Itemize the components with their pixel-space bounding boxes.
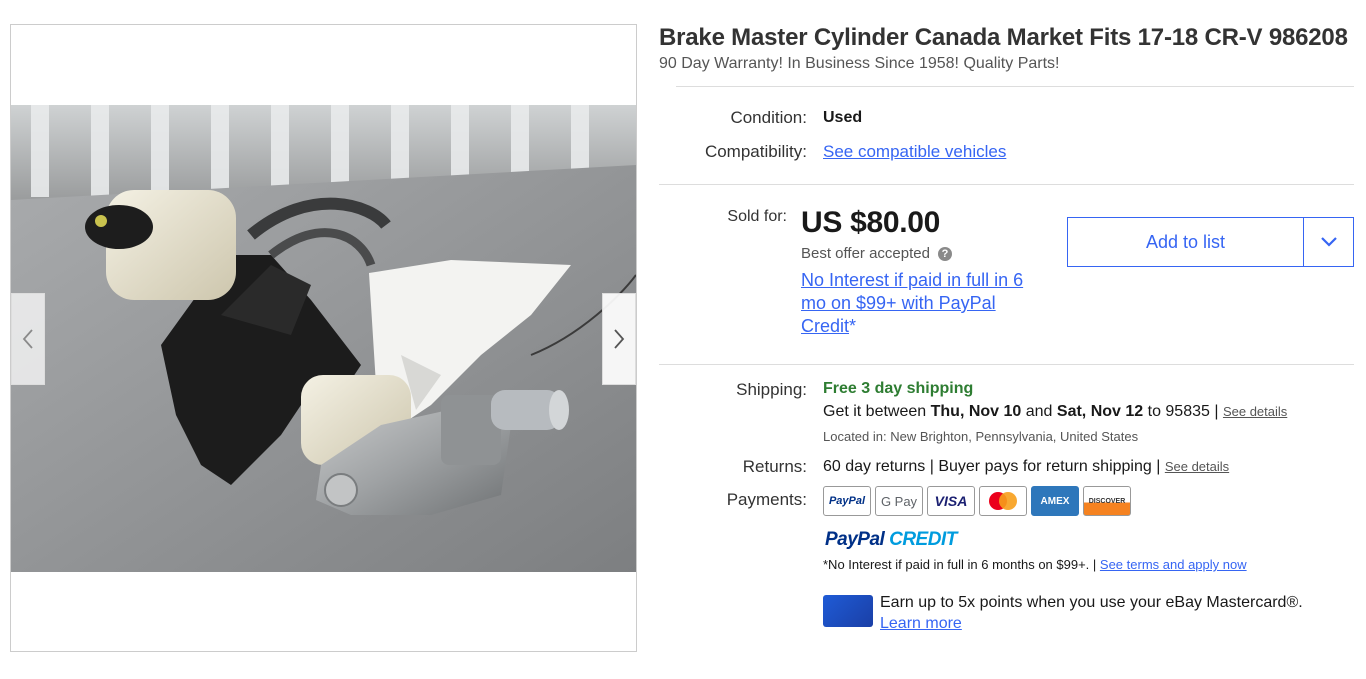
delivery-estimate: Get it between Thu, Nov 10 and Sat, Nov … [823,403,1287,421]
next-image-button[interactable] [602,293,636,385]
divider [676,86,1354,87]
brake-master-cylinder-image [11,105,636,572]
delivery-zip: to 95835 | [1143,403,1223,420]
divider [659,364,1354,365]
item-details: Brake Master Cylinder Canada Market Fits… [659,24,1354,74]
add-to-list-button[interactable]: Add to list [1068,218,1303,266]
mastercard-promo-text: Earn up to 5x points when you use your e… [880,594,1303,611]
returns-label: Returns: [742,457,807,476]
add-to-list-dropdown-button[interactable] [1303,218,1353,266]
returns-see-details-link[interactable]: See details [1165,459,1229,474]
learn-more-link[interactable]: Learn more [880,613,1303,634]
help-icon[interactable]: ? [937,246,952,261]
divider [659,184,1354,185]
visa-logo-icon: VISA [927,486,975,516]
compatibility-label: Compatibility: [704,142,807,161]
paypal-credit-logo: PayPal CREDIT [825,529,957,551]
credit-terms: *No Interest if paid in full in 6 months… [823,557,1247,572]
image-gallery [10,24,637,652]
item-title: Brake Master Cylinder Canada Market Fits… [659,24,1348,51]
delivery-and: and [1021,403,1057,420]
chevron-left-icon [22,329,33,349]
discover-text: DISCOVER [1088,497,1126,505]
returns-text: 60 day returns | Buyer pays for return s… [823,458,1165,475]
add-to-list-control: Add to list [1067,217,1354,267]
shipping-see-details-link[interactable]: See details [1223,404,1287,419]
google-pay-logo-icon: G Pay [875,486,923,516]
best-offer-status: Best offer accepted ? [801,245,952,262]
visa-text: VISA [934,493,968,509]
delivery-date-end: Sat, Nov 12 [1056,403,1144,420]
payments-label: Payments: [726,490,807,509]
see-terms-link[interactable]: See terms and apply now [1100,557,1247,572]
ebay-mastercard-card-icon [823,595,873,627]
returns-policy: 60 day returns | Buyer pays for return s… [823,458,1229,476]
best-offer-text: Best offer accepted [801,245,930,262]
item-subtitle: 90 Day Warranty! In Business Since 1958!… [659,55,1060,72]
credit-word: CREDIT [889,529,957,550]
paypal-credit-asterisk: * [849,316,857,336]
mastercard-logo-icon [979,486,1027,516]
paypal-credit-word: PayPal [825,529,885,550]
mastercard-promo: Earn up to 5x points when you use your e… [880,592,1303,634]
amex-text: AMEX [1040,495,1070,507]
delivery-prefix: Get it between [823,403,931,420]
product-photo[interactable] [11,105,636,572]
chevron-right-icon [614,329,625,349]
see-compatible-vehicles-link[interactable]: See compatible vehicles [823,142,1006,162]
sold-for-label: Sold for: [727,208,787,225]
chevron-down-icon [1320,237,1337,247]
sold-price: US $80.00 [801,206,941,239]
paypal-credit-link[interactable]: No Interest if paid in full in 6 mo on $… [801,270,1023,336]
gpay-text: G Pay [880,493,918,509]
paypal-text: PayPal [828,495,866,507]
free-shipping-text: Free 3 day shipping [823,380,974,397]
amex-logo-icon: AMEX [1031,486,1079,516]
paypal-credit-note: No Interest if paid in full in 6 mo on $… [801,269,1051,338]
credit-note-text: *No Interest if paid in full in 6 months… [823,557,1100,572]
item-location: Located in: New Brighton, Pennsylvania, … [823,429,1139,444]
previous-image-button[interactable] [11,293,45,385]
shipping-label: Shipping: [736,380,807,399]
mastercard-circles-icon [989,492,1017,510]
discover-logo-icon: DISCOVER [1083,486,1131,516]
condition-value: Used [823,109,863,126]
paypal-logo-icon: PayPal [823,486,871,516]
payment-methods: PayPal G Pay VISA AMEX DISCOVER [823,486,1131,516]
condition-label: Condition: [730,108,807,127]
delivery-date-start: Thu, Nov 10 [930,403,1022,420]
